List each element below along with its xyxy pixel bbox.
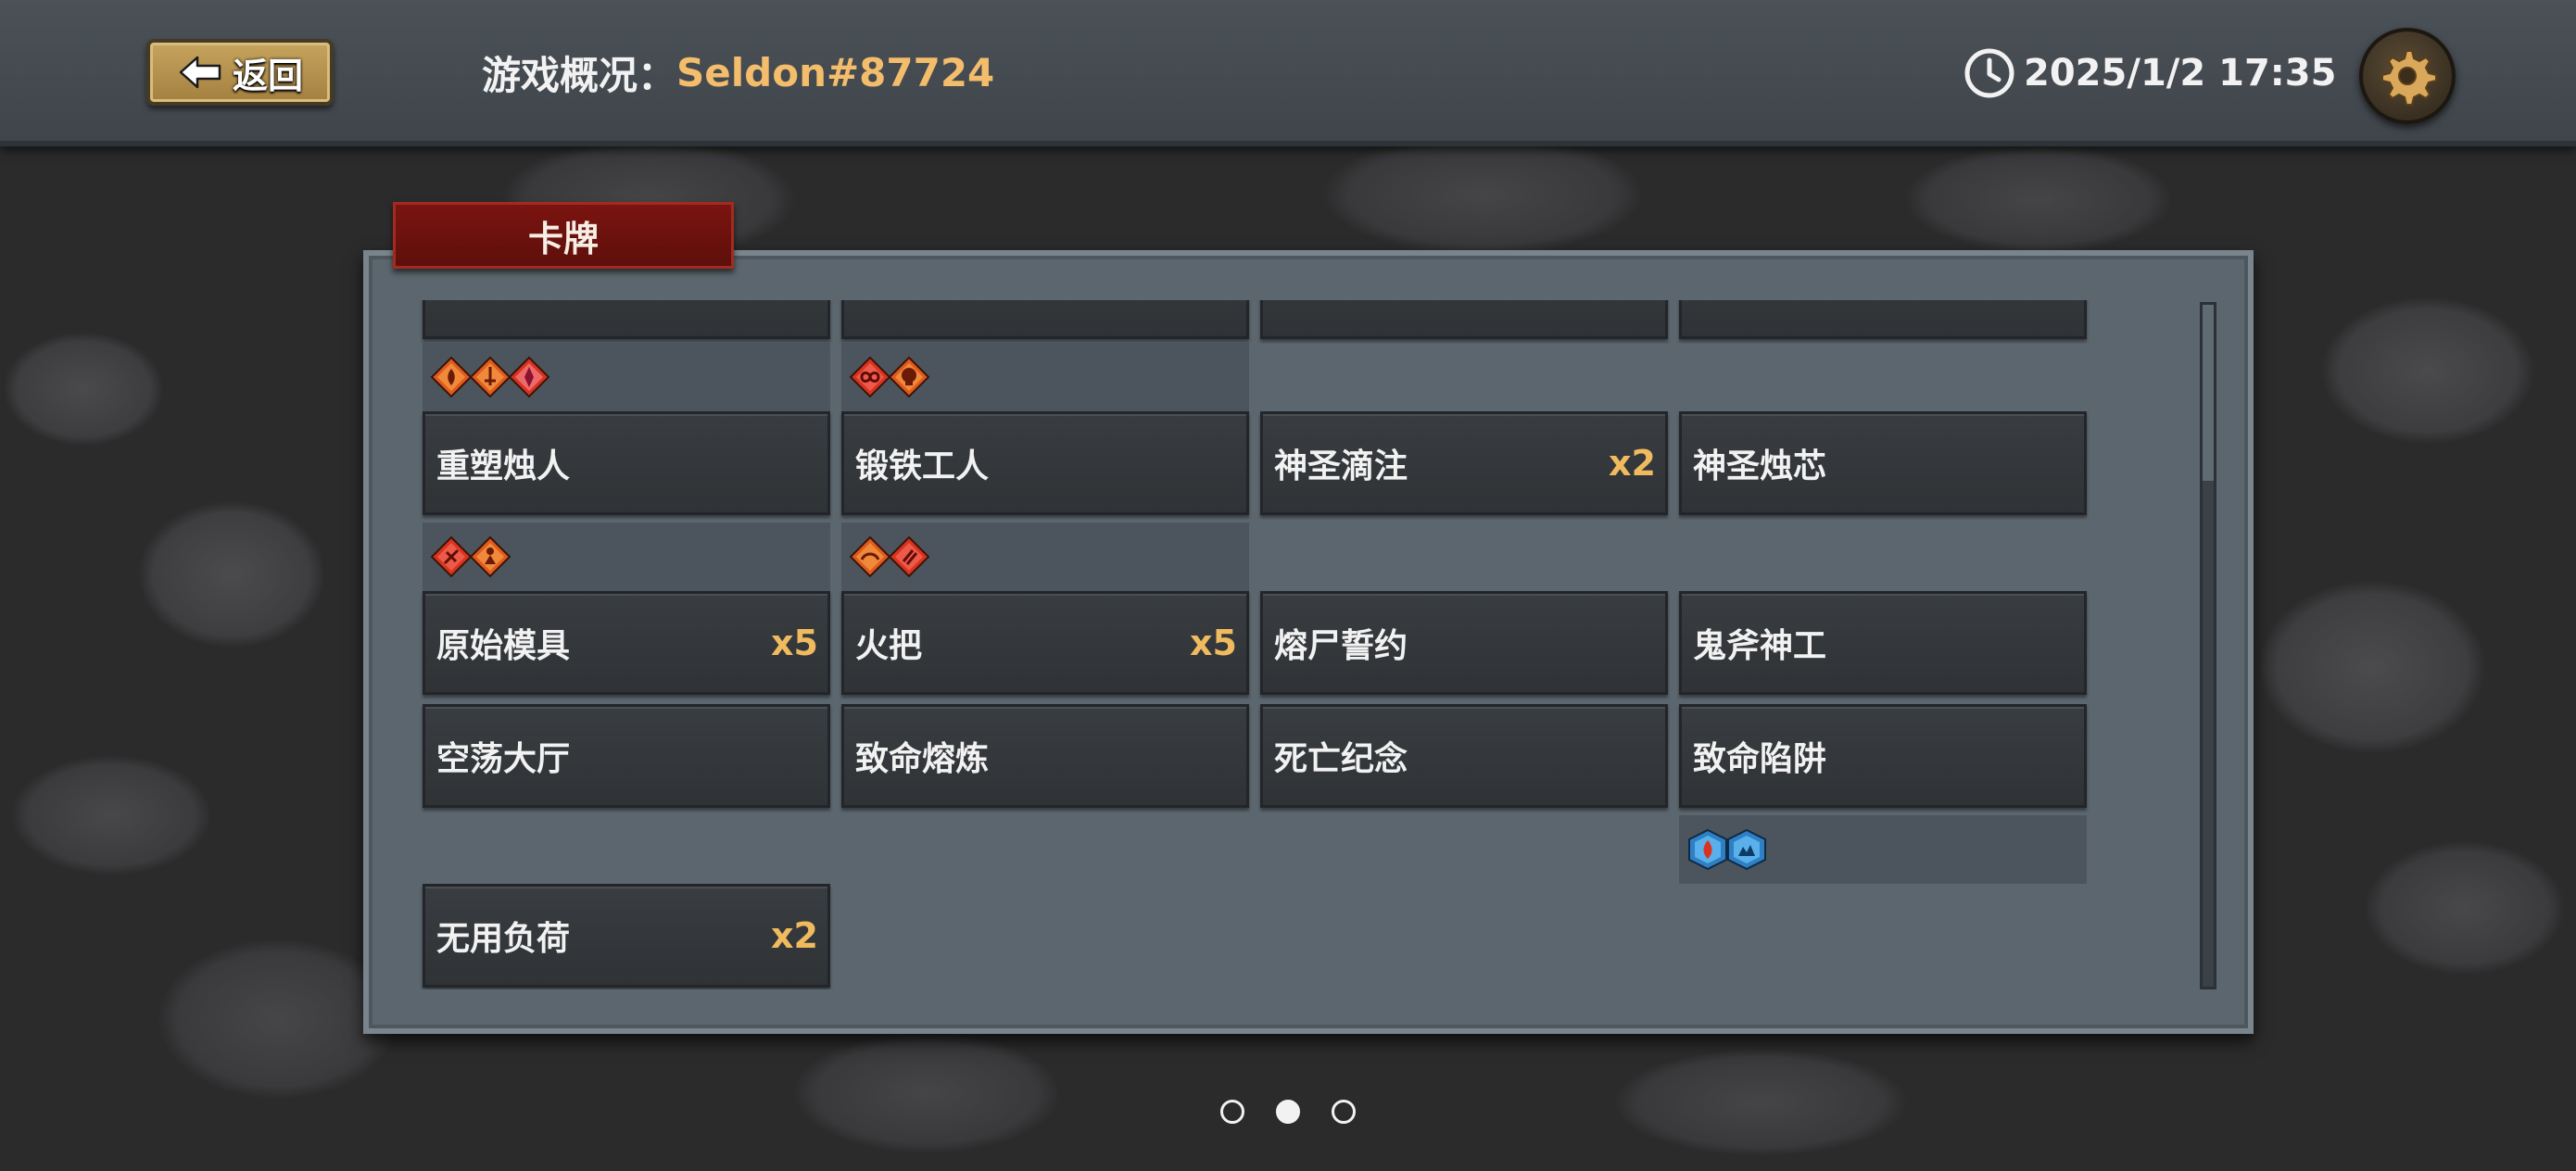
card-item[interactable]: 空荡大厅 — [423, 704, 830, 808]
card-count: x5 — [771, 623, 818, 663]
figure-gem-icon — [469, 535, 511, 578]
card-name: 致命熔炼 — [855, 740, 990, 778]
back-button-label: 返回 — [232, 55, 303, 96]
card-item-partial[interactable] — [841, 300, 1249, 339]
card-name: 空荡大厅 — [436, 740, 571, 778]
skull-gem-icon — [888, 356, 930, 398]
card-name: 锻铁工人 — [855, 447, 990, 485]
clock-icon — [1964, 48, 2014, 98]
chain-gem-icon — [849, 535, 891, 578]
card-item[interactable]: 熔尸誓约 — [1260, 591, 1668, 695]
cards-scrollbar[interactable] — [2200, 302, 2216, 989]
top-bar: 返回 游戏概况： Seldon#87724 2025/1/2 17:35 — [0, 0, 2576, 146]
card-item[interactable]: 神圣滴注 x2 — [1260, 411, 1668, 515]
card-item[interactable]: 锻铁工人 — [841, 411, 1249, 515]
card-item[interactable]: 火把 x5 — [841, 591, 1249, 695]
card-item-partial[interactable] — [1260, 300, 1668, 339]
tab-cards[interactable]: 卡牌 — [393, 202, 734, 269]
crystal-gem-icon — [508, 356, 550, 398]
card-name: 神圣烛芯 — [1693, 447, 1827, 485]
card-count: x5 — [1190, 623, 1237, 663]
card-name: 熔尸誓约 — [1274, 627, 1408, 665]
infinity-gem-icon — [849, 356, 891, 398]
page-dot-2[interactable] — [1276, 1100, 1300, 1124]
card-tag-row — [841, 523, 1249, 591]
splash-ice-gem-icon — [1727, 828, 1766, 871]
player-name: Seldon#87724 — [676, 49, 995, 95]
card-item-partial[interactable] — [423, 300, 830, 339]
card-name: 致命陷阱 — [1693, 740, 1827, 778]
scrollbar-thumb[interactable] — [2203, 305, 2214, 481]
bars-gem-icon — [888, 535, 930, 578]
page-dot-3[interactable] — [1332, 1100, 1356, 1124]
card-item-partial[interactable] — [1679, 300, 2087, 339]
card-name: 鬼斧神工 — [1693, 627, 1827, 665]
title-label: 游戏概况： — [482, 52, 677, 98]
card-count: x2 — [771, 915, 818, 956]
card-item[interactable]: 原始模具 x5 — [423, 591, 830, 695]
sword-gem-icon — [430, 535, 473, 578]
page-title: 游戏概况： Seldon#87724 — [482, 43, 994, 102]
datetime-text: 2025/1/2 17:35 — [2024, 52, 2337, 94]
card-tag-row — [1679, 815, 2087, 884]
card-item[interactable]: 致命熔炼 — [841, 704, 1249, 808]
page-dot-1[interactable] — [1220, 1100, 1244, 1124]
card-item[interactable]: 神圣烛芯 — [1679, 411, 2087, 515]
card-item[interactable]: 重塑烛人 — [423, 411, 830, 515]
settings-button[interactable] — [2359, 28, 2456, 124]
card-tag-row — [841, 343, 1249, 411]
datetime-display: 2025/1/2 17:35 — [1963, 44, 2336, 102]
back-button[interactable]: 返回 — [146, 39, 334, 106]
card-item[interactable]: 鬼斧神工 — [1679, 591, 2087, 695]
card-name: 重塑烛人 — [436, 447, 571, 485]
cards-grid: 重塑烛人 锻铁工人 神圣滴注 x2 神圣烛芯 原始模具 x5 火把 x5 熔尸誓… — [411, 300, 2194, 989]
card-name: 神圣滴注 — [1274, 447, 1408, 485]
flame-ice-gem-icon — [1688, 828, 1727, 871]
card-tag-row — [423, 523, 830, 591]
card-name: 死亡纪念 — [1274, 740, 1408, 778]
tab-cards-label: 卡牌 — [527, 218, 599, 259]
fire-gem-icon — [430, 356, 473, 398]
gear-icon — [2381, 50, 2437, 106]
card-name: 无用负荷 — [436, 920, 571, 958]
card-item[interactable]: 致命陷阱 — [1679, 704, 2087, 808]
arrow-left-icon — [179, 56, 221, 89]
cards-scroll-area[interactable]: 重塑烛人 锻铁工人 神圣滴注 x2 神圣烛芯 原始模具 x5 火把 x5 熔尸誓… — [411, 300, 2194, 989]
card-count: x2 — [1609, 443, 1656, 484]
cards-panel: 重塑烛人 锻铁工人 神圣滴注 x2 神圣烛芯 原始模具 x5 火把 x5 熔尸誓… — [363, 250, 2254, 1034]
card-item[interactable]: 死亡纪念 — [1260, 704, 1668, 808]
card-name: 火把 — [855, 627, 923, 665]
card-name: 原始模具 — [436, 627, 571, 665]
card-tag-row — [423, 343, 830, 411]
card-item[interactable]: 无用负荷 x2 — [423, 884, 830, 988]
page-indicator — [1205, 1096, 1371, 1127]
sword-gem-icon — [469, 356, 511, 398]
